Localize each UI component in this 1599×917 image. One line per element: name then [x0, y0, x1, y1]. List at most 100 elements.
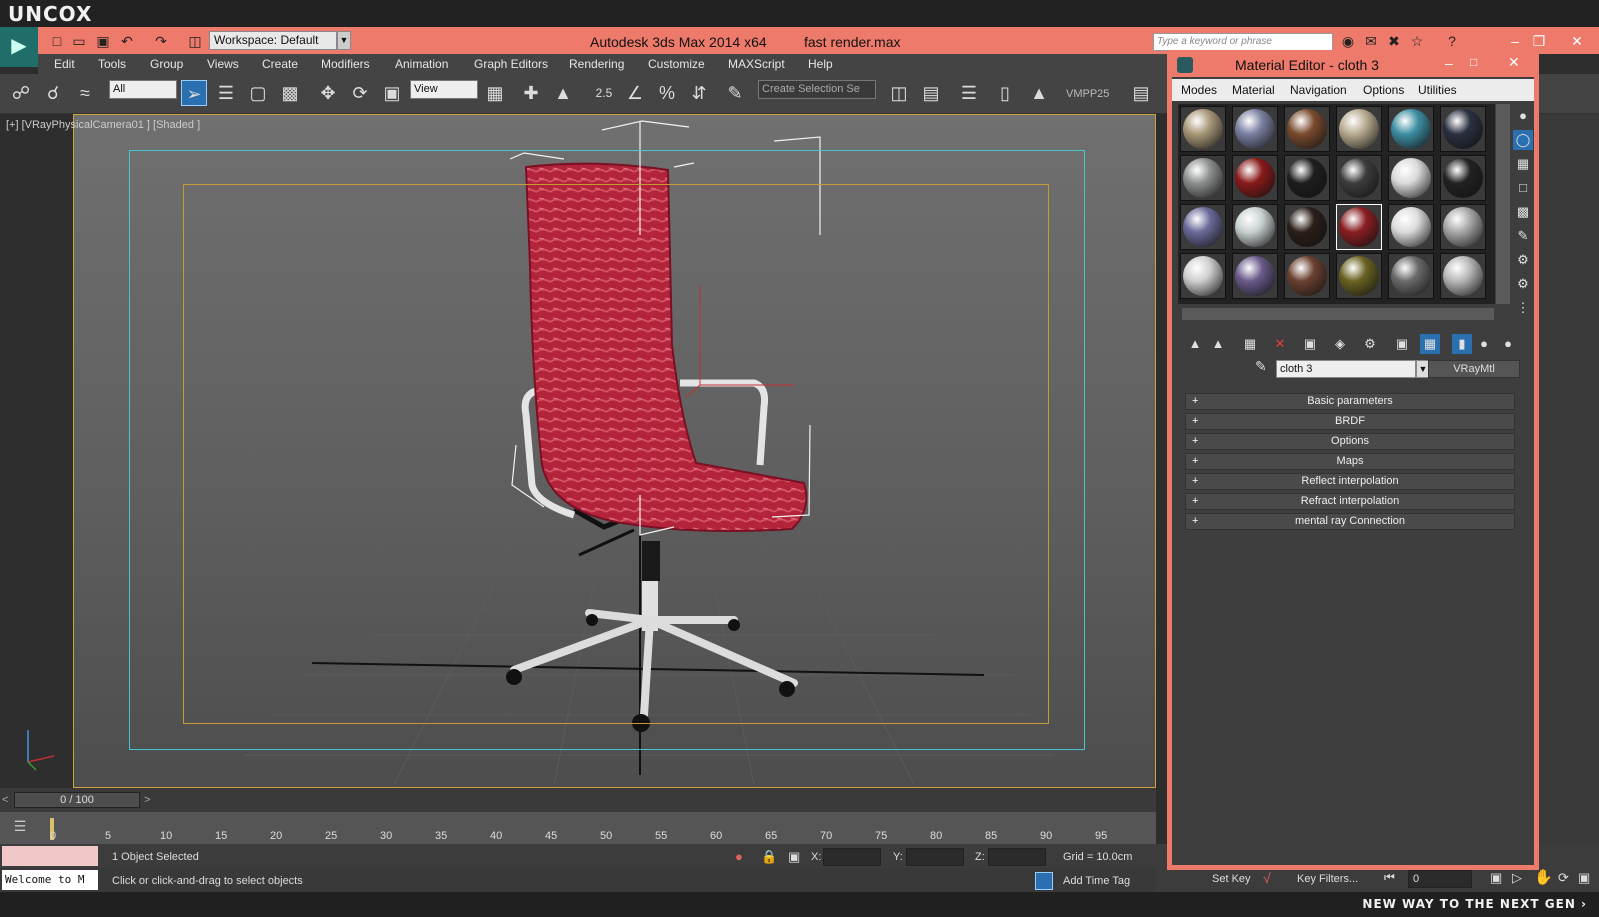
sample-slot[interactable]: [1440, 155, 1486, 201]
viewport-label[interactable]: [+] [VRayPhysicalCamera01 ] [Shaded ]: [6, 119, 200, 131]
background-checker-icon[interactable]: ▦: [1513, 154, 1533, 174]
material-id-channel-icon[interactable]: ▣: [1392, 334, 1412, 354]
sample-slot[interactable]: [1180, 155, 1226, 201]
close-icon[interactable]: ✕: [1568, 32, 1586, 50]
rollout[interactable]: + mental ray Connection: [1185, 513, 1515, 530]
sample-slot[interactable]: [1336, 106, 1382, 152]
show-end-result-icon[interactable]: ▮: [1452, 334, 1472, 354]
goto-start-icon[interactable]: ⏮: [1384, 870, 1395, 885]
select-by-name-icon[interactable]: ☰: [213, 80, 239, 106]
time-config-icon[interactable]: ▣: [1490, 870, 1502, 886]
graphite-tools-icon[interactable]: ▯: [992, 80, 1018, 106]
maximize-viewport-icon[interactable]: ▣: [1578, 870, 1590, 886]
me-menu-options[interactable]: Options: [1363, 83, 1404, 97]
save-icon[interactable]: ▣: [94, 32, 112, 50]
rotate-icon[interactable]: ⟳: [347, 80, 373, 106]
favorites-star-icon[interactable]: ☆: [1408, 32, 1426, 50]
rollout[interactable]: + Refract interpolation: [1185, 493, 1515, 510]
help-icon[interactable]: ?: [1443, 32, 1461, 50]
communication-icon[interactable]: ✉: [1362, 32, 1380, 50]
scale-icon[interactable]: ▣: [379, 80, 405, 106]
key-curve-icon[interactable]: √: [1263, 870, 1271, 886]
sample-slot[interactable]: [1388, 155, 1434, 201]
sample-slot[interactable]: [1440, 204, 1486, 250]
chevron-down-icon[interactable]: ▼: [337, 31, 351, 50]
sample-slot[interactable]: [1388, 253, 1434, 299]
select-by-material-icon[interactable]: ⚙: [1513, 274, 1533, 294]
window-crossing-icon[interactable]: ▩: [277, 80, 303, 106]
selection-filter-dropdown[interactable]: All: [109, 80, 177, 99]
named-selection-sets-dropdown[interactable]: Create Selection Se: [758, 80, 876, 99]
sample-type-icon[interactable]: ●: [1513, 106, 1533, 126]
percent-snap-icon[interactable]: %: [654, 80, 680, 106]
pivot-center-icon[interactable]: ▦: [482, 80, 508, 106]
redo-icon[interactable]: ↷: [152, 32, 170, 50]
snaps-toggle-icon[interactable]: 2.5: [591, 80, 617, 106]
render-setup-icon[interactable]: ▤: [1128, 80, 1154, 106]
vmpp-plugin-button[interactable]: VMPP25: [1066, 88, 1109, 100]
sample-slot[interactable]: [1284, 155, 1330, 201]
spinner-snap-icon[interactable]: ⇵: [686, 80, 712, 106]
new-file-icon[interactable]: □: [48, 32, 66, 50]
material-navigator-icon[interactable]: ⋮: [1513, 298, 1533, 318]
move-icon[interactable]: ✥: [315, 80, 341, 106]
sample-slot[interactable]: [1180, 253, 1226, 299]
sample-slot[interactable]: [1440, 106, 1486, 152]
maxscript-listener-field[interactable]: [2, 846, 98, 866]
pan-hand-icon[interactable]: ✋: [1534, 868, 1553, 886]
rollout[interactable]: + Maps: [1185, 453, 1515, 470]
key-filters-button[interactable]: Key Filters...: [1297, 873, 1358, 885]
y-coordinate-field[interactable]: [906, 848, 964, 866]
x-coordinate-field[interactable]: [823, 848, 881, 866]
absolute-mode-icon[interactable]: ▣: [788, 849, 800, 865]
sample-slot[interactable]: [1336, 155, 1382, 201]
menu-modifiers[interactable]: Modifiers: [321, 57, 370, 71]
reference-coordinate-dropdown[interactable]: View: [410, 80, 478, 99]
menu-edit[interactable]: Edit: [54, 57, 75, 71]
prev-frame-icon[interactable]: <: [2, 794, 8, 806]
sample-slot[interactable]: [1232, 253, 1278, 299]
assign-to-selection-icon[interactable]: ▦: [1240, 334, 1260, 354]
sample-slot[interactable]: [1232, 155, 1278, 201]
workspace-dropdown[interactable]: Workspace: Default: [209, 31, 337, 50]
link-icon[interactable]: ☍: [8, 80, 34, 106]
me-menu-modes[interactable]: Modes: [1181, 83, 1217, 97]
sample-uv-tiling-icon[interactable]: □: [1513, 178, 1533, 198]
bind-space-warp-icon[interactable]: ≈: [72, 80, 98, 106]
unlink-icon[interactable]: ☌: [40, 80, 66, 106]
edit-named-selection-icon[interactable]: ✎: [722, 80, 748, 106]
isolate-selection-icon[interactable]: ●: [735, 849, 743, 864]
keyboard-shortcut-override-icon[interactable]: ▲: [550, 80, 576, 106]
next-frame-icon[interactable]: >: [144, 794, 150, 806]
sample-slot[interactable]: [1232, 204, 1278, 250]
reset-map-icon[interactable]: ✕: [1270, 334, 1290, 354]
app-menu-icon[interactable]: ▶: [0, 27, 38, 67]
current-frame-field[interactable]: 0: [1408, 870, 1472, 888]
sample-slot[interactable]: [1336, 253, 1382, 299]
sample-slot[interactable]: [1232, 106, 1278, 152]
put-to-library-icon[interactable]: ⚙: [1360, 334, 1380, 354]
undo-icon[interactable]: ↶: [118, 32, 136, 50]
angle-snap-icon[interactable]: ∠: [622, 80, 648, 106]
align-icon[interactable]: ▤: [918, 80, 944, 106]
me-menu-navigation[interactable]: Navigation: [1290, 83, 1347, 97]
minimize-icon[interactable]: –: [1506, 32, 1524, 50]
time-tag-icon[interactable]: [1035, 872, 1053, 890]
eyedropper-icon[interactable]: ✎: [1255, 358, 1267, 375]
menu-customize[interactable]: Customize: [648, 57, 705, 71]
menu-maxscript[interactable]: MAXScript: [728, 57, 785, 71]
mini-curve-editor-icon[interactable]: ☰: [8, 818, 32, 838]
sample-slot[interactable]: [1180, 106, 1226, 152]
options-icon[interactable]: ⚙: [1513, 250, 1533, 270]
set-key-button[interactable]: Set Key: [1212, 873, 1251, 885]
put-to-scene-icon[interactable]: ▲: [1208, 334, 1228, 354]
play-icon[interactable]: ▷: [1512, 870, 1522, 886]
search-input[interactable]: Type a keyword or phrase: [1153, 33, 1333, 51]
menu-tools[interactable]: Tools: [98, 57, 126, 71]
make-preview-icon[interactable]: ✎: [1513, 226, 1533, 246]
show-map-in-viewport-icon[interactable]: ▦: [1420, 334, 1440, 354]
binoculars-icon[interactable]: ◉: [1339, 32, 1357, 50]
make-copy-icon[interactable]: ▣: [1300, 334, 1320, 354]
sample-slots-hscrollbar[interactable]: [1182, 308, 1494, 320]
select-object-icon[interactable]: ➢: [181, 80, 207, 106]
